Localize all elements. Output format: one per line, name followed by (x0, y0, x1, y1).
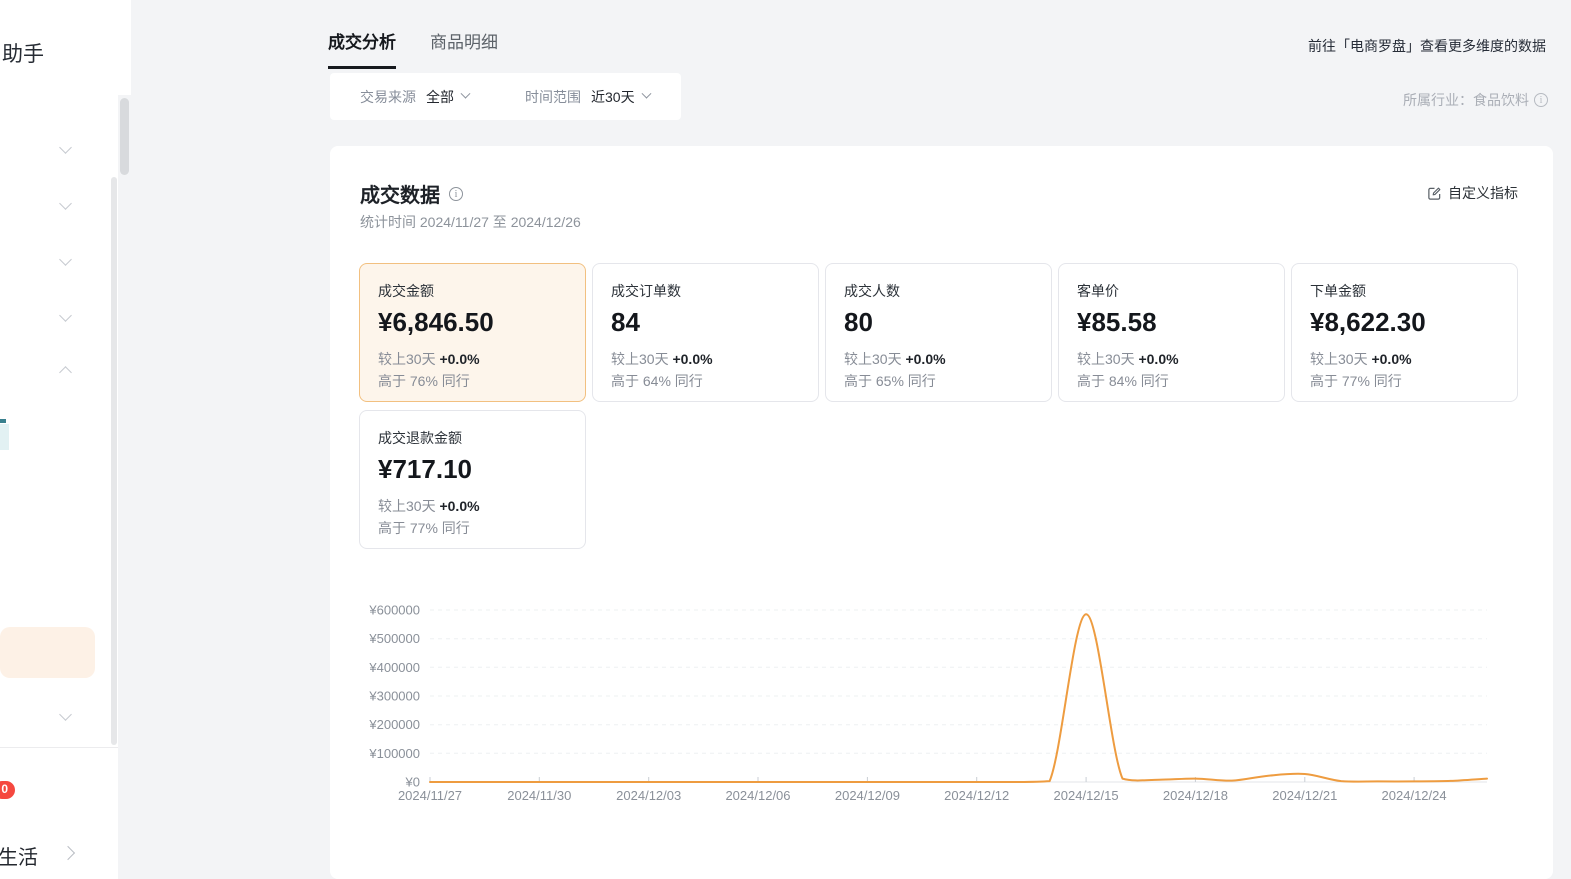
chevron-down-icon[interactable] (59, 141, 72, 154)
sales-trend-chart: ¥0¥100000¥200000¥300000¥400000¥500000¥60… (360, 598, 1500, 818)
main-content: 成交分析 商品明细 前往「电商罗盘」查看更多维度的数据 交易来源 全部 时间范围… (118, 0, 1571, 879)
metric-value: ¥85.58 (1077, 306, 1266, 338)
svg-text:¥500000: ¥500000 (368, 631, 420, 646)
metric-value: ¥8,622.30 (1310, 306, 1499, 338)
metric-card-6[interactable]: 成交退款金额 ¥717.10 较上30天 +0.0%高于 77% 同行 (359, 410, 586, 549)
customize-metrics-button[interactable]: 自定义指标 (1427, 183, 1518, 203)
sidebar-item-life[interactable]: 生活 (0, 841, 38, 870)
metric-delta: 较上30天 +0.0% (1077, 348, 1266, 370)
compass-link[interactable]: 前往「电商罗盘」查看更多维度的数据 (1308, 36, 1546, 56)
metric-card-3[interactable]: 成交人数 80 较上30天 +0.0%高于 65% 同行 (825, 263, 1052, 402)
metric-card-5[interactable]: 下单金额 ¥8,622.30 较上30天 +0.0%高于 77% 同行 (1291, 263, 1518, 402)
metric-label: 客单价 (1077, 281, 1266, 301)
edit-square-icon (1427, 186, 1442, 201)
sidebar-scrollbar[interactable] (111, 177, 117, 745)
metric-value: ¥717.10 (378, 453, 567, 485)
sidebar-app-title: 助手 (2, 38, 44, 68)
chevron-right-icon[interactable] (61, 846, 75, 860)
info-icon[interactable] (1534, 93, 1548, 107)
sidebar-icon-fragment (0, 419, 6, 423)
svg-text:2024/11/27: 2024/11/27 (398, 788, 462, 803)
filter-source-value[interactable]: 全部 (426, 87, 454, 107)
scroll-gutter (118, 0, 131, 95)
metric-peer: 高于 77% 同行 (378, 517, 567, 539)
metric-delta: 较上30天 +0.0% (378, 495, 567, 517)
tab-bar: 成交分析 商品明细 (328, 28, 498, 69)
svg-text:2024/12/15: 2024/12/15 (1054, 788, 1119, 803)
line-chart: ¥0¥100000¥200000¥300000¥400000¥500000¥60… (360, 598, 1500, 818)
tab-deal-analysis[interactable]: 成交分析 (328, 28, 396, 69)
svg-text:2024/12/09: 2024/12/09 (835, 788, 900, 803)
svg-text:2024/12/24: 2024/12/24 (1382, 788, 1447, 803)
metric-value: ¥6,846.50 (378, 306, 567, 338)
metric-card-4[interactable]: 客单价 ¥85.58 较上30天 +0.0%高于 84% 同行 (1058, 263, 1285, 402)
metric-label: 成交人数 (844, 281, 1033, 301)
metric-peer: 高于 76% 同行 (378, 370, 567, 392)
metric-label: 成交金额 (378, 281, 567, 301)
sidebar-icon-fragment (0, 424, 9, 450)
filter-time-range[interactable]: 时间范围 近30天 (525, 87, 650, 107)
metric-peer: 高于 77% 同行 (1310, 370, 1499, 392)
svg-text:¥600000: ¥600000 (368, 603, 420, 618)
svg-text:¥200000: ¥200000 (368, 717, 420, 732)
metric-delta: 较上30天 +0.0% (1310, 348, 1499, 370)
filter-bar: 交易来源 全部 时间范围 近30天 (330, 73, 681, 120)
metric-value: 80 (844, 306, 1033, 338)
sidebar-active-item[interactable] (0, 627, 95, 678)
svg-text:2024/12/03: 2024/12/03 (616, 788, 681, 803)
metric-cards: 成交金额¥6,846.50较上30天 +0.0%高于 76% 同行成交订单数84… (359, 263, 1525, 549)
metric-card-1[interactable]: 成交金额 ¥6,846.50 较上30天 +0.0%高于 76% 同行 (359, 263, 586, 402)
chevron-down-icon[interactable] (59, 253, 72, 266)
notification-badge: 0 (0, 780, 16, 800)
svg-text:2024/11/30: 2024/11/30 (507, 788, 571, 803)
svg-text:¥100000: ¥100000 (368, 746, 420, 761)
metric-label: 成交订单数 (611, 281, 800, 301)
tab-product-detail[interactable]: 商品明细 (430, 28, 498, 69)
customize-metrics-label: 自定义指标 (1448, 183, 1518, 203)
chevron-down-icon[interactable] (59, 708, 72, 721)
filter-range-label: 时间范围 (525, 87, 581, 107)
content-scrollbar[interactable] (120, 98, 129, 175)
filter-trade-source[interactable]: 交易来源 全部 (360, 87, 469, 107)
panel-title: 成交数据 (360, 179, 440, 208)
svg-text:2024/12/12: 2024/12/12 (944, 788, 1009, 803)
metric-label: 成交退款金额 (378, 428, 567, 448)
svg-text:2024/12/06: 2024/12/06 (725, 788, 790, 803)
metric-peer: 高于 65% 同行 (844, 370, 1033, 392)
svg-text:2024/12/18: 2024/12/18 (1163, 788, 1228, 803)
svg-text:¥400000: ¥400000 (368, 660, 420, 675)
industry-label: 所属行业：食品饮料 (1403, 90, 1548, 110)
panel-subtitle: 统计时间 2024/11/27 至 2024/12/26 (360, 212, 581, 232)
sidebar: 助手 0 生活 (0, 0, 118, 879)
info-icon[interactable] (449, 187, 463, 201)
chevron-down-icon[interactable] (461, 89, 471, 99)
filter-range-value[interactable]: 近30天 (591, 87, 635, 107)
metric-card-2[interactable]: 成交订单数 84 较上30天 +0.0%高于 64% 同行 (592, 263, 819, 402)
chevron-down-icon[interactable] (59, 197, 72, 210)
industry-text: 所属行业：食品饮料 (1403, 90, 1529, 110)
deal-data-panel: 成交数据 统计时间 2024/11/27 至 2024/12/26 自定义指标 … (330, 146, 1553, 879)
metric-value: 84 (611, 306, 800, 338)
metric-delta: 较上30天 +0.0% (378, 348, 567, 370)
metric-peer: 高于 84% 同行 (1077, 370, 1266, 392)
metric-delta: 较上30天 +0.0% (611, 348, 800, 370)
chevron-up-icon[interactable] (59, 366, 72, 379)
filter-source-label: 交易来源 (360, 87, 416, 107)
svg-text:¥300000: ¥300000 (368, 689, 420, 704)
metric-delta: 较上30天 +0.0% (844, 348, 1033, 370)
sidebar-divider (0, 747, 118, 748)
chevron-down-icon[interactable] (641, 89, 651, 99)
svg-text:2024/12/21: 2024/12/21 (1272, 788, 1337, 803)
metric-label: 下单金额 (1310, 281, 1499, 301)
chevron-down-icon[interactable] (59, 309, 72, 322)
metric-peer: 高于 64% 同行 (611, 370, 800, 392)
